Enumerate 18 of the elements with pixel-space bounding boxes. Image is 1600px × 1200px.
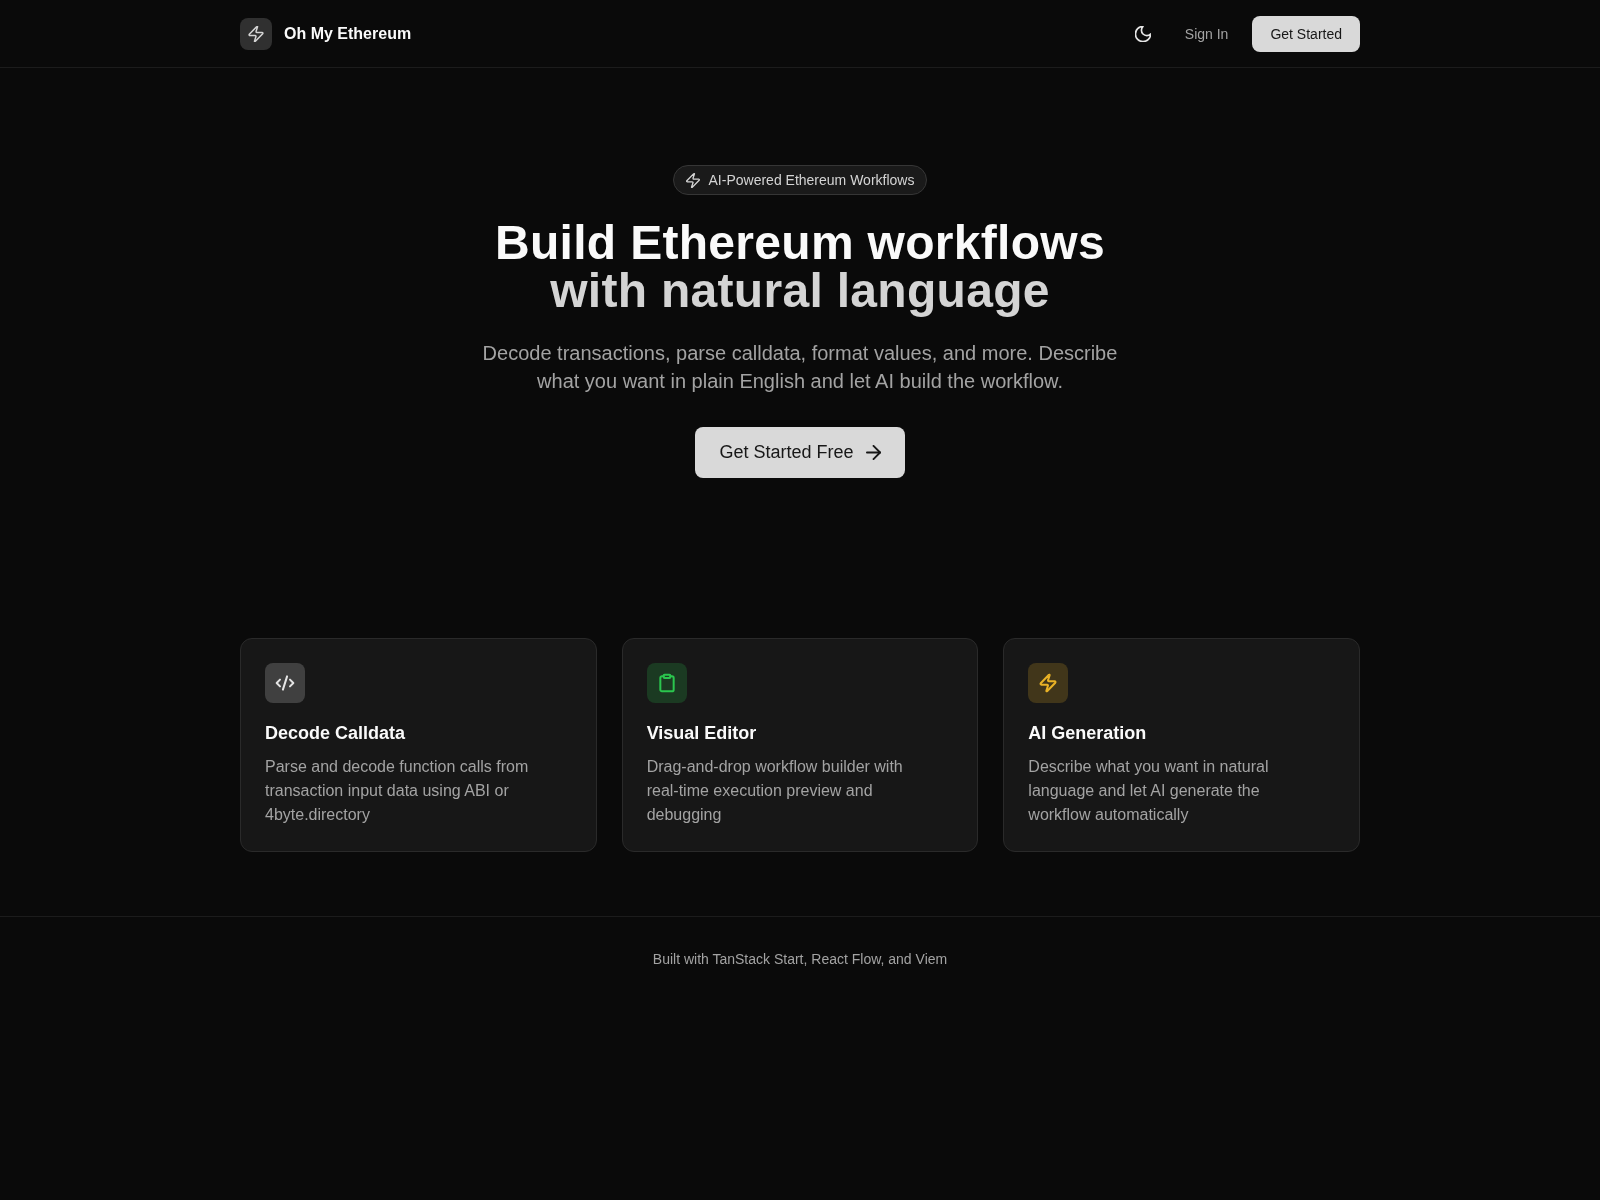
get-started-free-button[interactable]: Get Started Free [695, 427, 905, 478]
sign-in-button[interactable]: Sign In [1172, 15, 1241, 52]
badge-label: AI-Powered Ethereum Workflows [708, 172, 915, 188]
hero-heading: Build Ethereum workflows with natural language [495, 219, 1105, 315]
feature-title: Visual Editor [646, 722, 758, 745]
get-started-button[interactable]: Get Started [1252, 15, 1360, 52]
arrow-right-icon [865, 445, 881, 460]
feature-title: Decode Calldata [265, 722, 407, 745]
moon-icon [1134, 25, 1151, 42]
hero-description: Decode transactions, parse calldata, format values, and more. Describe what you want in plain English and let AI build the workflow. [481, 341, 1119, 394]
feature-description: Drag-and-drop workflow builder with real-time execution preview and debugging [646, 757, 904, 825]
feature-description: Parse and decode function calls from transaction input data using ABI or 4byte.directory [265, 757, 530, 825]
brand-name[interactable]: Oh My Ethereum [284, 24, 412, 43]
feature-title: AI Generation [1028, 722, 1148, 745]
footer-credits: Built with TanStack Start, React Flow, and Viem [652, 950, 948, 969]
feature-description: Describe what you want in natural language and let AI generate the workflow automatically [1028, 757, 1270, 825]
lightning-bolt-icon [685, 172, 700, 188]
lightning-bolt-icon [240, 17, 272, 50]
